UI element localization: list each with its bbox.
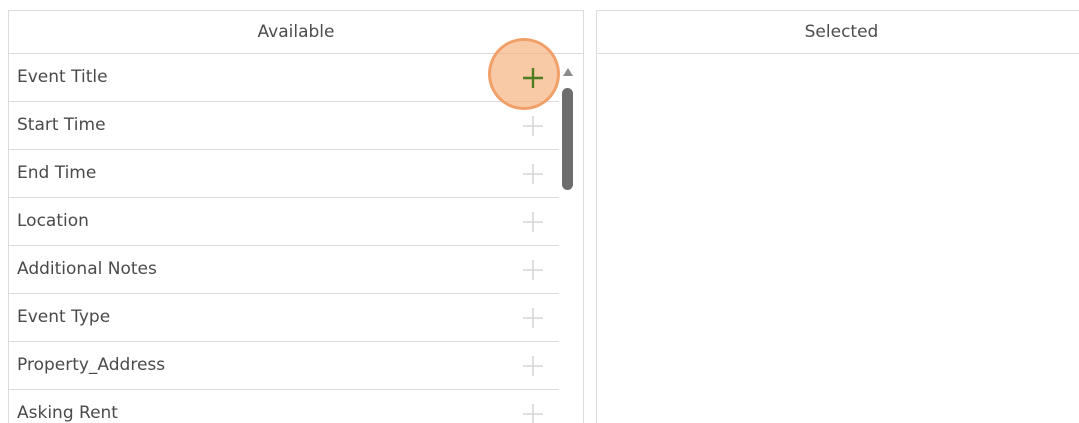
list-item-label: Additional Notes (17, 259, 157, 279)
list-item-label: Location (17, 211, 89, 231)
available-panel: Available Event Title Start Time End Tim… (8, 10, 584, 423)
list-item-label: End Time (17, 163, 97, 183)
list-item-label: Event Type (17, 307, 111, 327)
plus-icon (523, 68, 543, 88)
available-header: Available (9, 11, 583, 54)
plus-icon (523, 404, 543, 423)
plus-icon (523, 164, 543, 184)
field-picker: Available Event Title Start Time End Tim… (0, 0, 1079, 423)
list-item-label: Start Time (17, 115, 106, 135)
scroll-up-arrow-icon[interactable] (563, 68, 573, 76)
plus-icon (523, 212, 543, 232)
add-field-button[interactable] (521, 354, 545, 378)
plus-icon (523, 308, 543, 328)
list-item-label: Property_Address (17, 355, 166, 375)
list-item[interactable]: Event Title (9, 54, 559, 102)
list-item[interactable]: Start Time (9, 102, 559, 150)
selected-list (597, 54, 1079, 423)
plus-icon (523, 260, 543, 280)
add-field-button[interactable] (521, 210, 545, 234)
selected-panel: Selected (596, 10, 1079, 423)
list-item-label: Asking Rent (17, 403, 118, 423)
plus-icon (523, 356, 543, 376)
add-field-button[interactable] (521, 114, 545, 138)
add-field-button[interactable] (521, 306, 545, 330)
list-item[interactable]: Asking Rent (9, 390, 559, 423)
add-field-button[interactable] (521, 258, 545, 282)
add-field-button[interactable] (521, 402, 545, 423)
available-list: Event Title Start Time End Time Location… (9, 54, 583, 423)
selected-header: Selected (597, 11, 1079, 54)
list-item-label: Event Title (17, 67, 108, 87)
add-field-button[interactable] (521, 162, 545, 186)
available-scrollbar[interactable] (561, 54, 575, 423)
list-item[interactable]: Additional Notes (9, 246, 559, 294)
plus-icon (523, 116, 543, 136)
list-item[interactable]: Property_Address (9, 342, 559, 390)
list-item[interactable]: Event Type (9, 294, 559, 342)
add-field-button[interactable] (521, 66, 545, 90)
list-item[interactable]: End Time (9, 150, 559, 198)
list-item[interactable]: Location (9, 198, 559, 246)
scrollbar-thumb[interactable] (562, 88, 573, 190)
